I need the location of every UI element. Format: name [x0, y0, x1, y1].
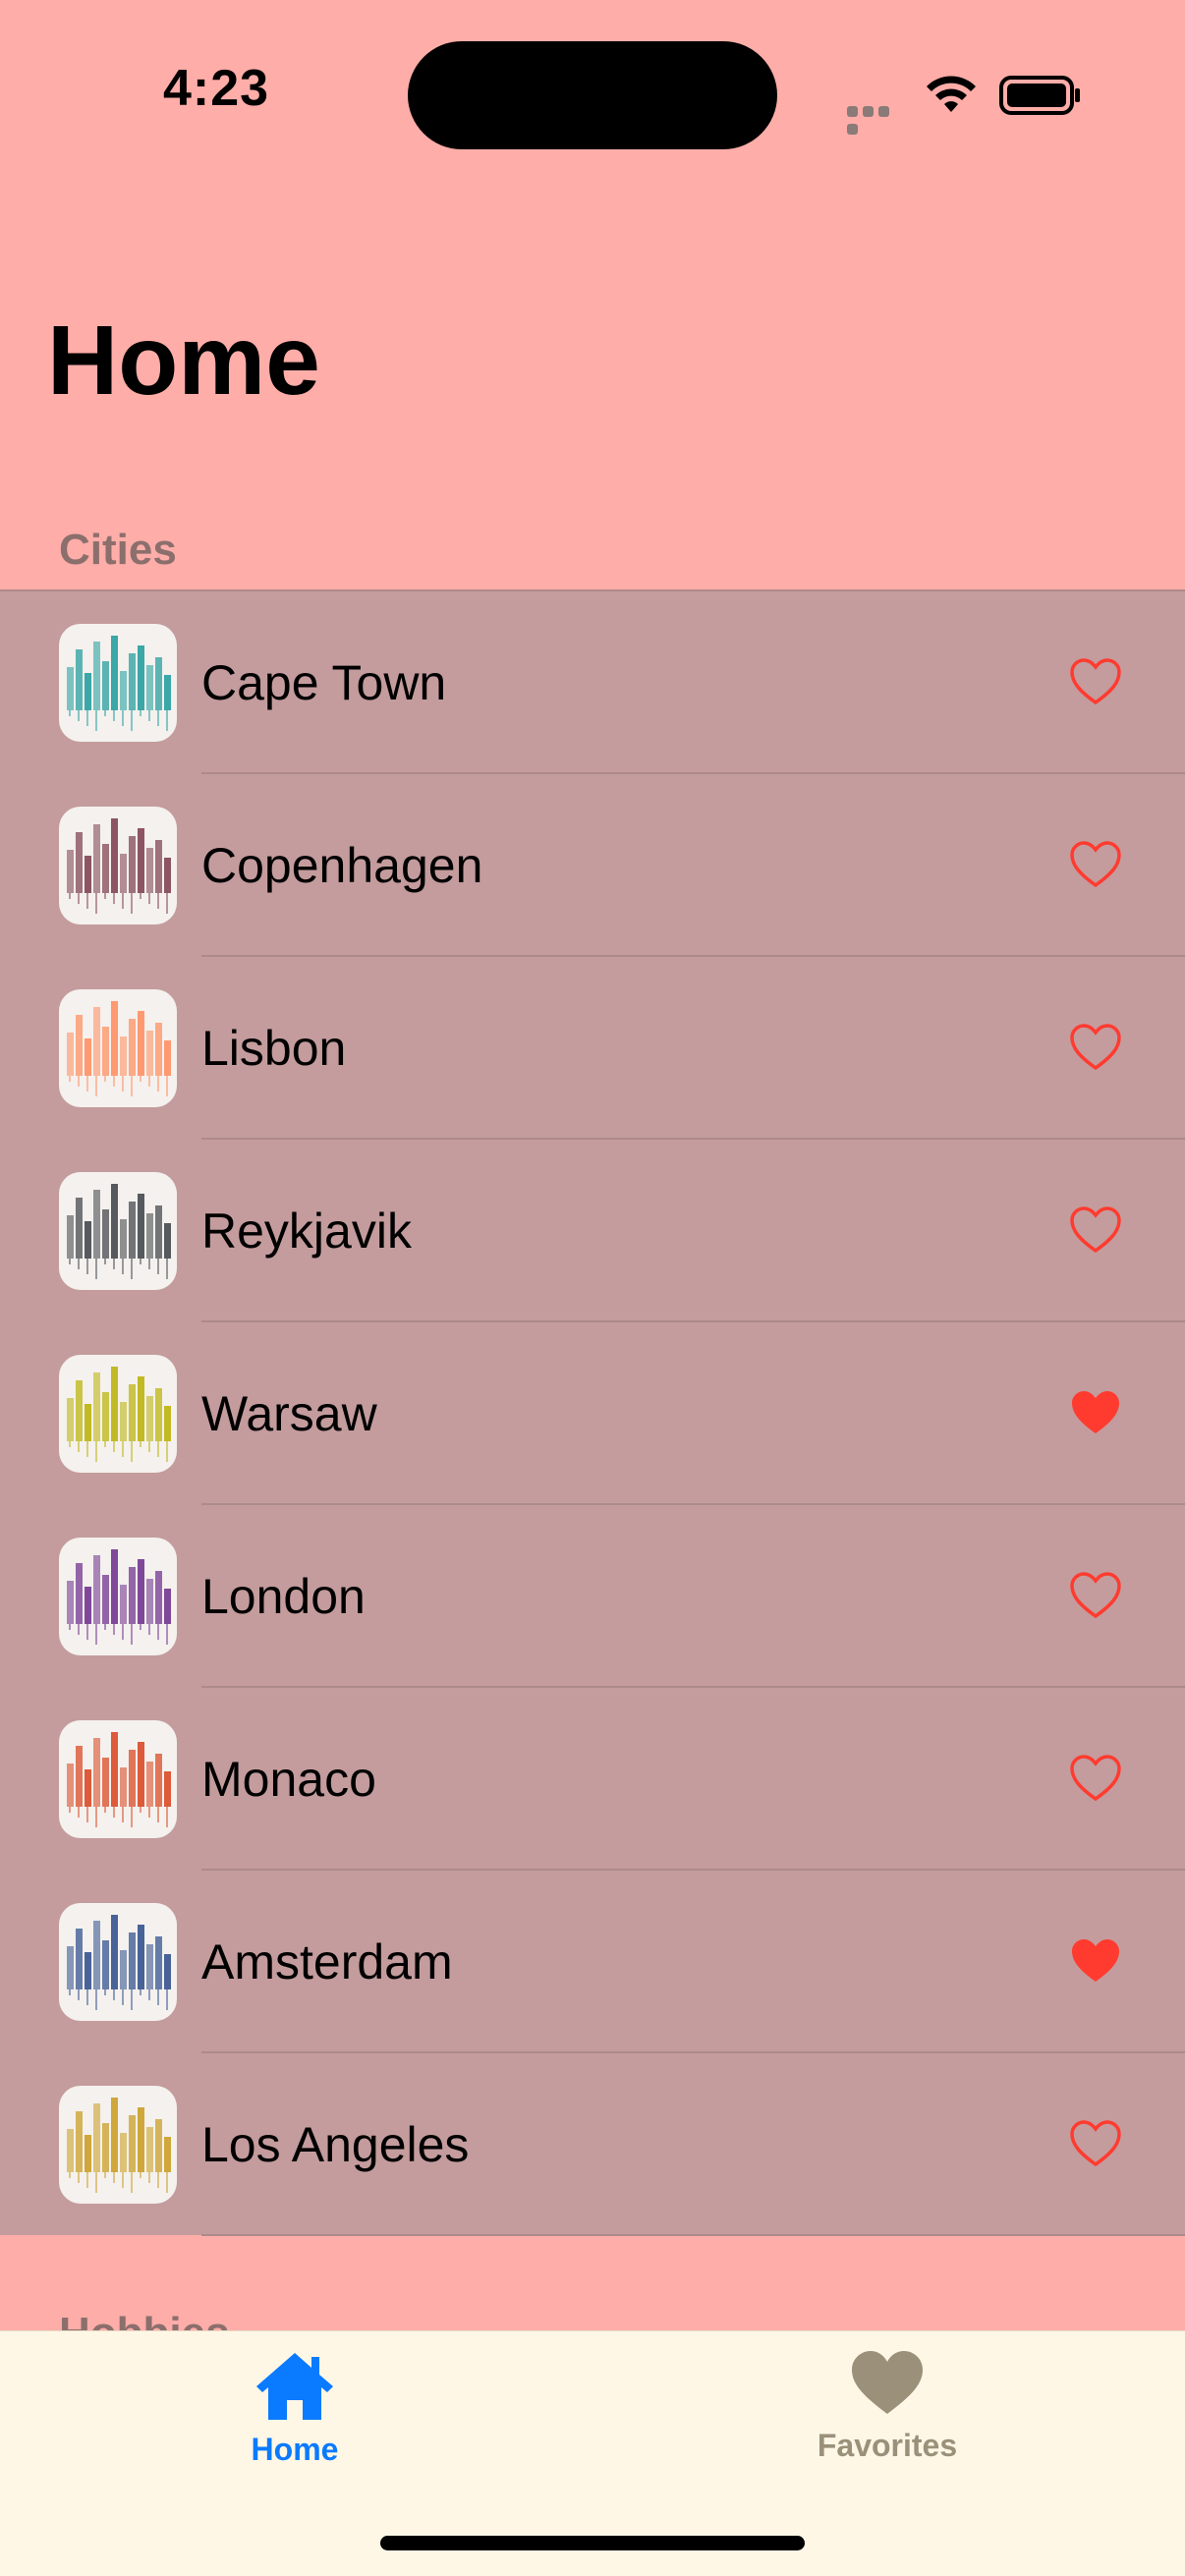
city-name: London: [201, 1569, 366, 1624]
heart-outline-icon[interactable]: [1069, 1023, 1122, 1072]
city-name: Amsterdam: [201, 1934, 453, 1989]
city-thumbnail: [59, 1720, 177, 1838]
skyline-icon: [67, 636, 171, 731]
city-name: Warsaw: [201, 1386, 377, 1441]
city-row[interactable]: Warsaw: [0, 1322, 1185, 1505]
city-name: Lisbon: [201, 1021, 347, 1076]
heart-icon: [852, 2351, 923, 2414]
skyline-icon: [67, 1915, 171, 2010]
page-title: Home: [47, 306, 320, 416]
skyline-icon: [67, 1549, 171, 1645]
home-indicator: [380, 2536, 805, 2550]
tab-favorites[interactable]: Favorites: [740, 2349, 1035, 2464]
city-name: Los Angeles: [201, 2117, 470, 2172]
city-thumbnail: [59, 1903, 177, 2021]
skyline-icon: [67, 1184, 171, 1279]
city-thumbnail: [59, 807, 177, 924]
city-row[interactable]: London: [0, 1505, 1185, 1688]
city-thumbnail: [59, 1538, 177, 1655]
city-thumbnail: [59, 1355, 177, 1473]
city-list: Cape Town Copenhagen Lisbon Reykjavik Warsaw…: [0, 589, 1185, 2236]
heart-outline-icon[interactable]: [1069, 840, 1122, 889]
dynamic-island: [408, 41, 777, 149]
city-thumbnail: [59, 989, 177, 1107]
section-header-cities: Cities: [59, 526, 177, 574]
skyline-icon: [67, 2098, 171, 2193]
heart-filled-icon[interactable]: [1069, 1936, 1122, 1986]
city-name: Reykjavik: [201, 1204, 412, 1259]
row-divider: [201, 2234, 1185, 2236]
heart-outline-icon[interactable]: [1069, 1571, 1122, 1620]
tab-home[interactable]: Home: [147, 2349, 442, 2468]
city-thumbnail: [59, 2086, 177, 2204]
heart-outline-icon[interactable]: [1069, 2119, 1122, 2168]
skyline-icon: [67, 1732, 171, 1827]
city-thumbnail: [59, 624, 177, 742]
skyline-icon: [67, 1001, 171, 1096]
status-time: 4:23: [163, 60, 270, 117]
city-row[interactable]: Reykjavik: [0, 1140, 1185, 1322]
city-row[interactable]: Monaco: [0, 1688, 1185, 1871]
heart-filled-icon[interactable]: [1069, 1388, 1122, 1437]
skyline-icon: [67, 1367, 171, 1462]
heart-outline-icon[interactable]: [1069, 1205, 1122, 1255]
tab-home-label: Home: [251, 2432, 339, 2467]
wifi-icon: [927, 76, 976, 112]
city-name: Monaco: [201, 1752, 376, 1807]
city-row[interactable]: Cape Town: [0, 591, 1185, 774]
city-row[interactable]: Lisbon: [0, 957, 1185, 1140]
heart-outline-icon[interactable]: [1069, 657, 1122, 706]
city-row[interactable]: Amsterdam: [0, 1871, 1185, 2053]
city-name: Cape Town: [201, 655, 447, 710]
screen: 4:23 Home Cities Cape Town Copenhagen Lisb…: [0, 0, 1185, 2576]
city-row[interactable]: Los Angeles: [0, 2053, 1185, 2236]
city-row[interactable]: Copenhagen: [0, 774, 1185, 957]
battery-icon: [999, 76, 1080, 115]
house-icon: [256, 2353, 333, 2420]
skyline-icon: [67, 818, 171, 914]
cellular-signal-icon: [847, 104, 908, 135]
tab-favorites-label: Favorites: [817, 2428, 958, 2463]
city-thumbnail: [59, 1172, 177, 1290]
city-name: Copenhagen: [201, 838, 483, 893]
heart-outline-icon[interactable]: [1069, 1754, 1122, 1803]
